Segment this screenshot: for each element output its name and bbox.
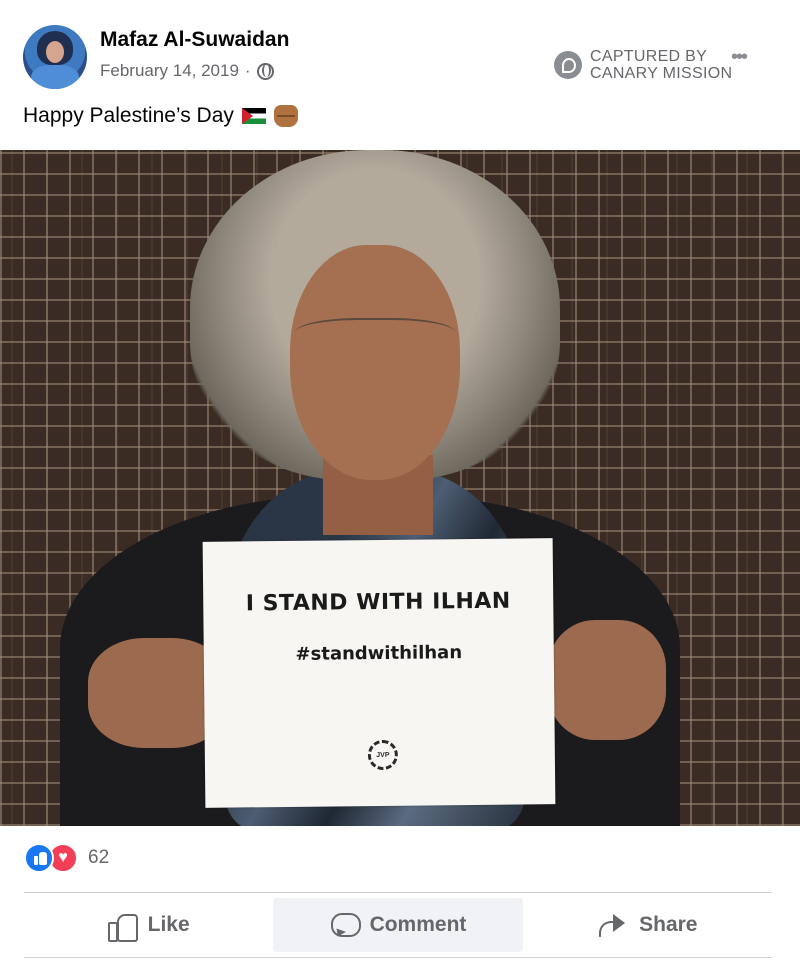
- divider-top: [24, 892, 772, 893]
- sign-headline: I STAND WITH ILHAN: [245, 588, 511, 617]
- reactions-summary[interactable]: ♥ 62: [24, 843, 109, 873]
- post-caption: Happy Palestine’s Day: [23, 104, 298, 128]
- watermark-line1: CAPTURED BY: [590, 48, 708, 65]
- globe-icon[interactable]: [256, 62, 274, 80]
- avatar[interactable]: [23, 25, 87, 89]
- watermark-text: CAPTURED BY CANARY MISSION: [590, 48, 732, 82]
- photo-right-hand: [548, 620, 666, 740]
- reaction-count[interactable]: 62: [88, 847, 109, 869]
- more-options-icon[interactable]: •••: [731, 46, 748, 69]
- jvp-logo-text: JVP: [376, 751, 390, 759]
- divider-bottom: [24, 957, 772, 958]
- share-arrow-icon: [597, 913, 627, 937]
- caption-text: Happy Palestine’s Day: [23, 104, 234, 127]
- facebook-post: Mafaz Al-Suwaidan February 14, 2019 · CA…: [0, 0, 800, 966]
- avatar-face: [46, 41, 64, 63]
- palestine-flag-icon: [241, 108, 266, 124]
- watermark-line2: CANARY MISSION: [590, 65, 733, 82]
- jvp-logo-icon: JVP: [367, 739, 399, 771]
- like-button[interactable]: Like: [24, 898, 273, 952]
- photo-face: [290, 245, 460, 480]
- share-button[interactable]: Share: [523, 898, 772, 952]
- post-photo[interactable]: I STAND WITH ILHAN #standwithilhan JVP: [0, 150, 800, 826]
- like-reaction-icon: [24, 843, 54, 873]
- sign-hashtag: #standwithilhan: [295, 642, 463, 665]
- avatar-body: [31, 65, 79, 89]
- like-label: Like: [147, 913, 190, 936]
- comment-button[interactable]: Comment: [273, 898, 523, 952]
- photo-glasses: [295, 318, 455, 354]
- post-meta: February 14, 2019 ·: [100, 61, 274, 81]
- canary-mission-watermark: CAPTURED BY CANARY MISSION: [554, 48, 732, 82]
- author-name[interactable]: Mafaz Al-Suwaidan: [100, 28, 289, 52]
- meta-separator: ·: [244, 61, 251, 80]
- comment-label: Comment: [369, 913, 467, 936]
- thumbs-up-icon: [107, 912, 138, 942]
- share-label: Share: [639, 913, 698, 936]
- comment-bubble-icon: [330, 912, 361, 938]
- action-bar: Like Comment Share: [24, 898, 772, 952]
- post-date[interactable]: February 14, 2019: [100, 61, 239, 81]
- raised-fist-icon: [273, 105, 298, 127]
- protest-sign: I STAND WITH ILHAN #standwithilhan JVP: [202, 538, 556, 808]
- canary-icon: [554, 51, 582, 79]
